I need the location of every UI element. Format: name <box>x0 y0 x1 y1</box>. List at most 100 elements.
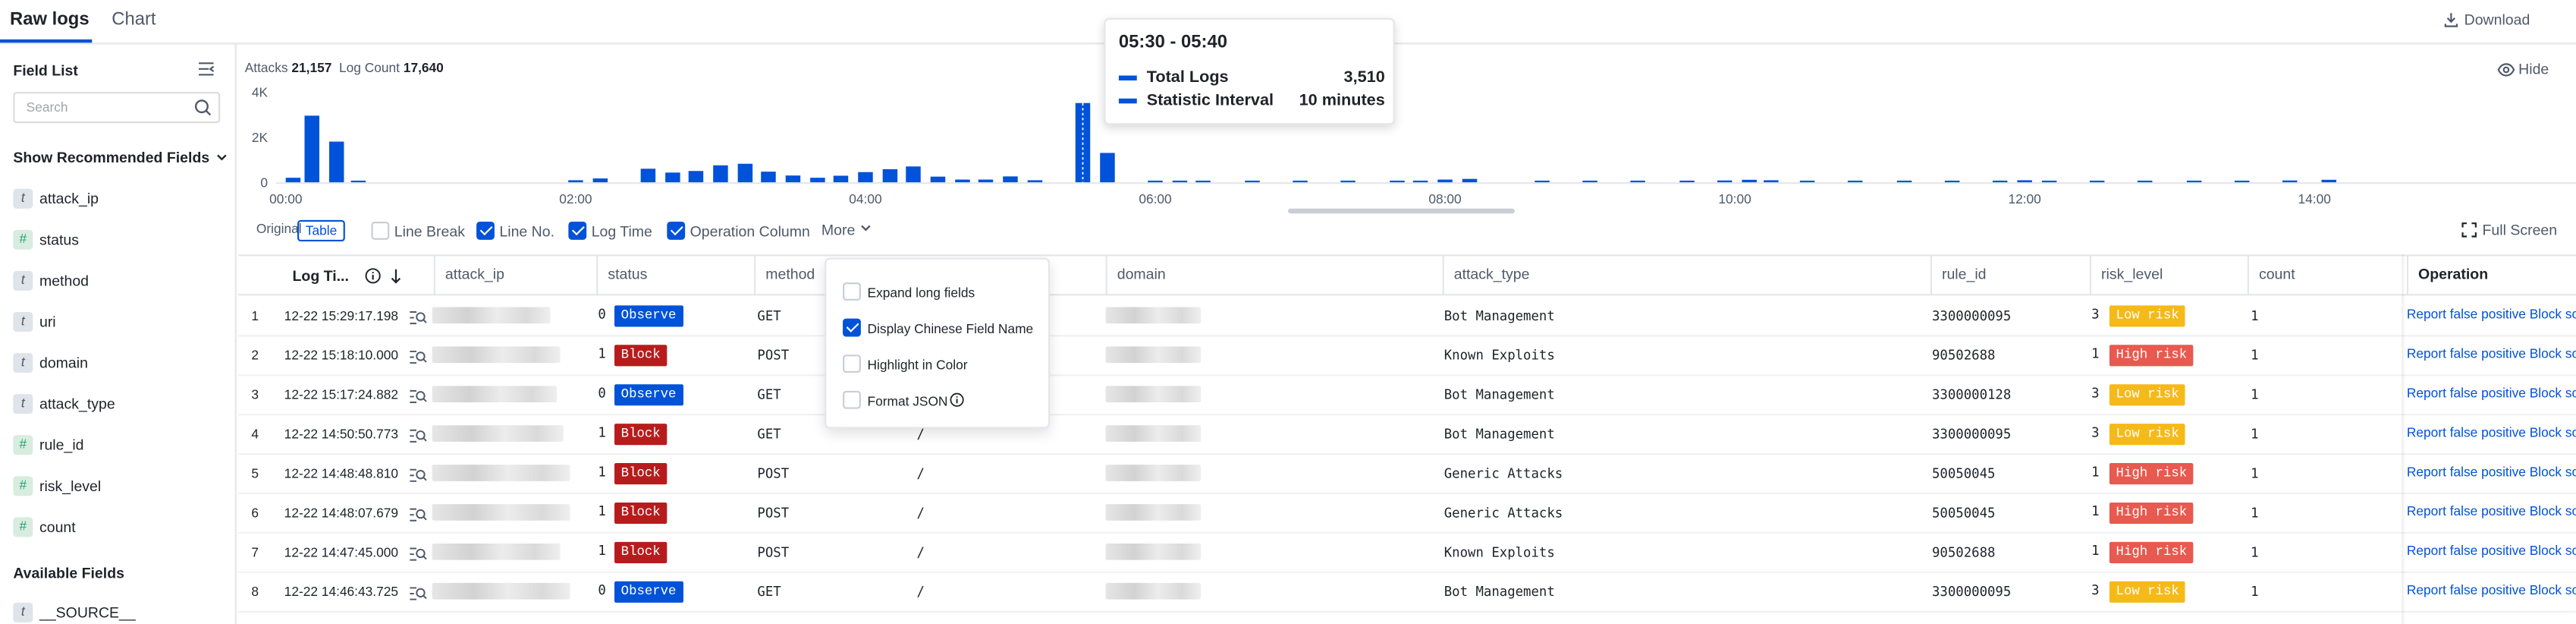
checkbox[interactable] <box>476 222 495 240</box>
table-row[interactable]: 6 12-22 14:48:07.679 1 Block POST / Gene… <box>238 494 2576 534</box>
column-header-rule-id[interactable]: rule_id <box>1930 254 1987 296</box>
table-row[interactable]: 2 12-22 15:18:10.000 1 Block POST / Know… <box>238 336 2576 377</box>
table-row[interactable]: 3 12-22 15:17:24.882 0 Observe GET / Bot… <box>238 376 2576 416</box>
log-context-icon[interactable] <box>409 389 427 404</box>
checkbox[interactable] <box>667 222 686 240</box>
operation-links[interactable]: Report false positive Block source IP <box>2407 504 2576 518</box>
operation-links[interactable]: Report false positive Block source IP <box>2407 544 2576 558</box>
checkbox[interactable] <box>843 282 861 301</box>
checkbox[interactable] <box>843 390 861 409</box>
histogram-bar <box>1582 180 1597 183</box>
line-no-option[interactable]: Line No. <box>476 222 554 240</box>
column-header-log-time[interactable]: Log Ti... <box>293 268 404 285</box>
field-item-status[interactable]: # status <box>13 229 79 253</box>
rule-id-cell: 3300000128 <box>1931 387 2012 402</box>
collapse-menu-icon[interactable] <box>197 61 215 77</box>
attack-ip-redacted <box>432 307 551 324</box>
column-header-method[interactable]: method <box>754 254 815 296</box>
field-item-method[interactable]: t method <box>13 270 89 294</box>
line-break-option[interactable]: Line Break <box>371 222 465 240</box>
log-time-option[interactable]: Log Time <box>568 222 652 240</box>
field-search-input[interactable]: Search <box>13 92 221 124</box>
histogram-bar <box>1742 179 1757 183</box>
table-row[interactable]: 1 12-22 15:29:17.198 0 Observe GET / Bot… <box>238 298 2576 337</box>
uri-cell: / <box>916 506 925 521</box>
histogram-bar <box>640 169 656 183</box>
operation-links[interactable]: Report false positive Block source IP <box>2407 307 2576 322</box>
tab-raw-logs[interactable]: Raw logs <box>10 10 90 30</box>
menu-item-highlight-color[interactable]: Highlight in Color <box>843 355 967 373</box>
column-header-attack-ip[interactable]: attack_ip <box>433 254 504 296</box>
table-row[interactable]: 5 12-22 14:48:48.810 1 Block POST / Gene… <box>238 455 2576 495</box>
field-item-attack-ip[interactable]: t attack_ip <box>13 188 99 212</box>
field-label: attack_type <box>39 396 115 412</box>
sort-down-icon[interactable] <box>390 268 403 285</box>
menu-item-format-json[interactable]: Format JSON <box>843 390 964 409</box>
histogram-bar <box>568 180 583 183</box>
x-tick-label: 08:00 <box>1428 191 1461 206</box>
tab-chart[interactable]: Chart <box>112 10 156 30</box>
log-context-icon[interactable] <box>409 429 427 443</box>
checkbox[interactable] <box>843 355 861 373</box>
risk-badge: Low risk <box>2109 384 2186 406</box>
field-item-source[interactable]: t __SOURCE__ <box>13 602 136 624</box>
checkbox[interactable] <box>568 222 587 240</box>
histogram-bar <box>1100 153 1115 183</box>
operation-links[interactable]: Report false positive Block source IP <box>2407 346 2576 361</box>
operation-links[interactable]: Report false positive Block source IP <box>2407 583 2576 597</box>
log-context-icon[interactable] <box>409 350 427 364</box>
full-screen-button[interactable]: Full Screen <box>2461 222 2557 238</box>
menu-item-chinese-field-name[interactable]: Display Chinese Field Name <box>843 318 1033 337</box>
field-item-count[interactable]: # count <box>13 517 76 540</box>
histogram-bar <box>285 178 301 183</box>
histogram-chart[interactable]: 4K 2K 000:00 02:00 04:00 06:00 08:00 10:00 12:00… <box>238 74 2576 213</box>
log-time-cell: 12-22 14:48:07.679 <box>284 506 399 521</box>
column-header-attack-type[interactable]: attack_type <box>1442 254 1529 296</box>
log-context-icon[interactable] <box>409 586 427 600</box>
menu-item-expand-long-fields[interactable]: Expand long fields <box>843 282 975 301</box>
status-code: 1 <box>598 544 606 559</box>
view-table-button[interactable]: Table <box>297 219 346 241</box>
histogram-bar <box>1172 180 1188 183</box>
log-search-app: Raw logs Chart Download Field List Searc… <box>0 0 2576 624</box>
operation-column-option[interactable]: Operation Column <box>667 222 810 240</box>
histogram-bar <box>1847 180 1863 183</box>
log-context-icon[interactable] <box>409 547 427 561</box>
field-item-domain[interactable]: t domain <box>13 353 88 376</box>
checkbox[interactable] <box>843 318 861 337</box>
table-row[interactable]: 4 12-22 14:50:50.773 1 Block GET / Bot M… <box>238 415 2576 455</box>
operation-links[interactable]: Report false positive Block source IP <box>2407 425 2576 440</box>
field-item-rule-id[interactable]: # rule_id <box>13 435 84 458</box>
log-context-icon[interactable] <box>409 507 427 522</box>
histogram-bar <box>810 178 825 183</box>
chart-scrollbar[interactable] <box>1287 208 1515 214</box>
table-row[interactable]: 8 12-22 14:46:43.725 0 Observe GET / Bot… <box>238 573 2576 613</box>
recommended-fields-toggle[interactable]: Show Recommended Fields <box>13 150 228 165</box>
x-tick-label: 04:00 <box>849 191 881 206</box>
status-code: 1 <box>598 425 606 440</box>
active-tab-indicator <box>0 39 93 43</box>
risk-badge: Low risk <box>2109 581 2186 603</box>
histogram-bar <box>1944 180 1960 183</box>
log-context-icon[interactable] <box>409 310 427 325</box>
operation-links[interactable]: Report false positive Block source IP <box>2407 465 2576 479</box>
column-header-status[interactable]: status <box>596 254 647 296</box>
text-type-icon: t <box>13 353 33 373</box>
field-item-attack-type[interactable]: t attack_type <box>13 394 115 417</box>
table-row[interactable]: 7 12-22 14:47:45.000 1 Block POST / Know… <box>238 534 2576 573</box>
download-button[interactable]: Download <box>2442 11 2530 28</box>
domain-redacted <box>1105 425 1202 442</box>
series-swatch <box>1118 75 1137 80</box>
column-header-count[interactable]: count <box>2247 254 2295 296</box>
checkbox[interactable] <box>371 222 390 240</box>
more-dropdown-button[interactable]: More <box>821 222 872 238</box>
histogram-bar <box>2089 180 2105 183</box>
column-header-risk-level[interactable]: risk_level <box>2089 254 2163 296</box>
field-item-uri[interactable]: t uri <box>13 312 56 335</box>
column-header-domain[interactable]: domain <box>1105 254 1166 296</box>
field-item-risk-level[interactable]: # risk_level <box>13 476 101 499</box>
column-header-operation: Operation <box>2406 254 2488 296</box>
operation-links[interactable]: Report false positive Block source IP <box>2407 386 2576 400</box>
row-number: 8 <box>251 585 259 600</box>
log-context-icon[interactable] <box>409 468 427 483</box>
